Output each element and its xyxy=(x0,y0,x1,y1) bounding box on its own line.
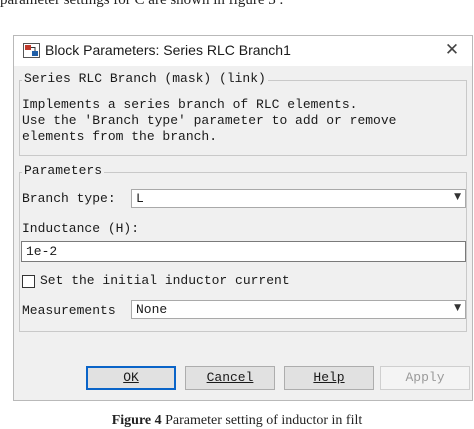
branch-type-label: Branch type: xyxy=(22,191,116,206)
simulink-block-icon xyxy=(23,43,40,58)
measurements-dropdown[interactable]: None ▼ xyxy=(131,300,466,319)
branch-type-value: L xyxy=(136,191,144,206)
title-bar[interactable]: Block Parameters: Series RLC Branch1 ✕ xyxy=(14,36,472,66)
parameters-legend: Parameters xyxy=(22,163,105,178)
mask-description: Implements a series branch of RLC elemen… xyxy=(22,97,397,144)
inductance-label: Inductance (H): xyxy=(22,221,140,236)
dropdown-arrow-icon: ▼ xyxy=(454,192,461,202)
inductance-value: 1e-2 xyxy=(26,244,58,259)
apply-button-label: Apply xyxy=(405,370,445,385)
cancel-button[interactable]: Cancel xyxy=(185,366,275,390)
block-parameters-dialog: Block Parameters: Series RLC Branch1 ✕ S… xyxy=(13,35,473,401)
initial-current-checkbox[interactable] xyxy=(22,275,35,288)
measurements-value: None xyxy=(136,302,168,317)
ok-button[interactable]: OK xyxy=(86,366,176,390)
apply-button[interactable]: Apply xyxy=(380,366,470,390)
branch-type-dropdown[interactable]: L ▼ xyxy=(131,189,466,208)
initial-current-label: Set the initial inductor current xyxy=(40,273,290,288)
help-button-label: Help xyxy=(313,370,345,385)
top-caption: parameter settings for C are shown in fi… xyxy=(0,0,284,8)
help-button[interactable]: Help xyxy=(284,366,374,390)
dropdown-arrow-icon: ▼ xyxy=(454,303,461,313)
measurements-label: Measurements xyxy=(22,303,116,318)
figure-caption-label: Figure 4 xyxy=(111,413,162,428)
figure-caption-text: Parameter setting of inductor in filt xyxy=(161,413,363,428)
close-icon[interactable]: ✕ xyxy=(442,39,462,61)
window-title: Block Parameters: Series RLC Branch1 xyxy=(45,42,291,58)
mask-legend: Series RLC Branch (mask) (link) xyxy=(22,71,268,86)
ok-button-label: OK xyxy=(123,370,139,385)
inductance-field[interactable]: 1e-2 xyxy=(21,241,466,262)
cancel-button-label: Cancel xyxy=(206,370,254,385)
